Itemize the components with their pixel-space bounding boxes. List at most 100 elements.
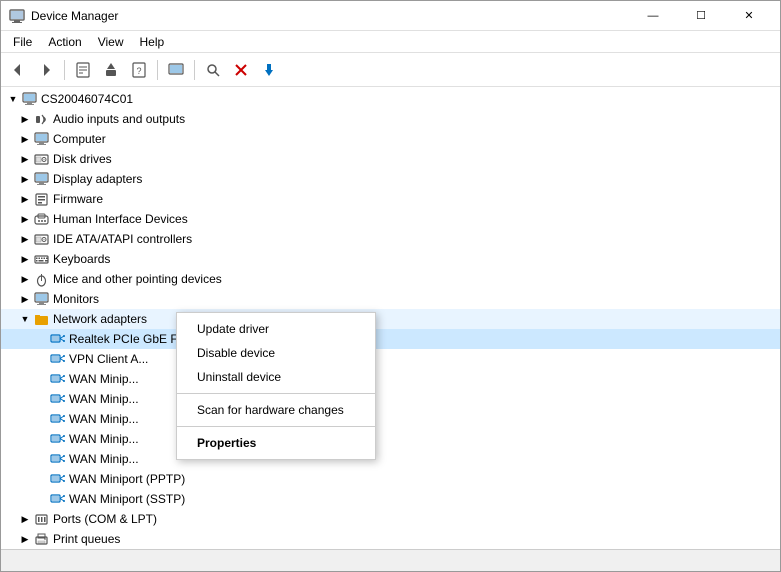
minimize-button[interactable]: — — [630, 1, 676, 31]
menu-help[interactable]: Help — [132, 33, 173, 51]
ctx-disable-device[interactable]: Disable device — [177, 341, 375, 365]
ports-icon — [33, 511, 49, 527]
hid-expand[interactable]: ▶ — [17, 211, 33, 227]
firmware-expand[interactable]: ▶ — [17, 191, 33, 207]
print-item[interactable]: ▶ Print queues — [1, 529, 780, 549]
keyboards-expand[interactable]: ▶ — [17, 251, 33, 267]
audio-label: Audio inputs and outputs — [53, 112, 185, 126]
wan5-icon — [49, 451, 65, 467]
wan4-item[interactable]: WAN Minip... — [1, 429, 780, 449]
list-item[interactable]: ▶ Monitors — [1, 289, 780, 309]
firmware-label: Firmware — [53, 192, 103, 206]
network-folder-icon — [33, 311, 49, 327]
wan2-label: WAN Minip... — [69, 392, 139, 406]
ports-expand[interactable]: ▶ — [17, 511, 33, 527]
ports-label: Ports (COM & LPT) — [53, 512, 157, 526]
wan-sstp-label: WAN Miniport (SSTP) — [69, 492, 185, 506]
list-item[interactable]: ▶ Display adapters — [1, 169, 780, 189]
ports-item[interactable]: ▶ Ports (COM & LPT) — [1, 509, 780, 529]
wan4-icon — [49, 431, 65, 447]
menu-bar: File Action View Help — [1, 31, 780, 53]
wan1-item[interactable]: WAN Minip... — [1, 369, 780, 389]
scan-hardware-button[interactable] — [200, 57, 226, 83]
wan3-label: WAN Minip... — [69, 412, 139, 426]
firmware-icon — [33, 191, 49, 207]
network-adapters-item[interactable]: ▼ Network adapters — [1, 309, 780, 329]
disk-label: Disk drives — [53, 152, 112, 166]
add-hardware-button[interactable] — [256, 57, 282, 83]
list-item[interactable]: ▶ Mice and other pointing devices — [1, 269, 780, 289]
properties-button[interactable] — [70, 57, 96, 83]
vpn-item[interactable]: VPN Client A... — [1, 349, 780, 369]
menu-action[interactable]: Action — [40, 33, 89, 51]
vpn-placeholder — [33, 351, 49, 367]
back-button[interactable] — [5, 57, 31, 83]
device-manager-toolbar-icon[interactable] — [163, 57, 189, 83]
wan-sstp-icon — [49, 491, 65, 507]
wan-pptp-label: WAN Miniport (PPTP) — [69, 472, 185, 486]
computer-expand[interactable]: ▶ — [17, 131, 33, 147]
list-item[interactable]: ▶ Firmware — [1, 189, 780, 209]
display-label: Display adapters — [53, 172, 142, 186]
print-expand[interactable]: ▶ — [17, 531, 33, 547]
print-icon — [33, 531, 49, 547]
ctx-scan-hardware[interactable]: Scan for hardware changes — [177, 398, 375, 422]
menu-view[interactable]: View — [90, 33, 132, 51]
root-expand[interactable]: ▼ — [5, 91, 21, 107]
vpn-icon — [49, 351, 65, 367]
context-menu: Update driver Disable device Uninstall d… — [176, 312, 376, 460]
print-label: Print queues — [53, 532, 120, 546]
computer-label: Computer — [53, 132, 106, 146]
toolbar-sep1 — [64, 60, 65, 80]
wan-pptp-item[interactable]: WAN Miniport (PPTP) — [1, 469, 780, 489]
network-label: Network adapters — [53, 312, 147, 326]
remove-device-button[interactable] — [228, 57, 254, 83]
app-icon — [9, 8, 25, 24]
mice-expand[interactable]: ▶ — [17, 271, 33, 287]
audio-icon — [33, 111, 49, 127]
window-title: Device Manager — [31, 9, 630, 23]
device-manager-window: Device Manager — ☐ ✕ File Action View He… — [0, 0, 781, 572]
vpn-label: VPN Client A... — [69, 352, 148, 366]
disk-expand[interactable]: ▶ — [17, 151, 33, 167]
device-tree[interactable]: ▼ CS20046074C01 ▶ — [1, 87, 780, 549]
svg-text:?: ? — [136, 66, 141, 76]
list-item[interactable]: ▶ Disk drives — [1, 149, 780, 169]
monitors-icon — [33, 291, 49, 307]
wan1-icon — [49, 371, 65, 387]
wan3-icon — [49, 411, 65, 427]
forward-button[interactable] — [33, 57, 59, 83]
wan5-item[interactable]: WAN Minip... — [1, 449, 780, 469]
wan3-item[interactable]: WAN Minip... — [1, 409, 780, 429]
display-icon — [33, 171, 49, 187]
wan2-icon — [49, 391, 65, 407]
list-item[interactable]: ▶ Human Interface Devices — [1, 209, 780, 229]
ctx-sep1 — [177, 393, 375, 394]
ide-label: IDE ATA/ATAPI controllers — [53, 232, 192, 246]
realtek-item[interactable]: Realtek PCIe GbE Family Controller — [1, 329, 780, 349]
maximize-button[interactable]: ☐ — [678, 1, 724, 31]
root-label: CS20046074C01 — [41, 92, 133, 106]
update-driver-button[interactable] — [98, 57, 124, 83]
audio-expand[interactable]: ▶ — [17, 111, 33, 127]
wan-sstp-item[interactable]: WAN Miniport (SSTP) — [1, 489, 780, 509]
toolbar: ? — [1, 53, 780, 87]
mice-label: Mice and other pointing devices — [53, 272, 222, 286]
ctx-properties[interactable]: Properties — [177, 431, 375, 455]
ctx-uninstall-device[interactable]: Uninstall device — [177, 365, 375, 389]
list-item[interactable]: ▶ Computer — [1, 129, 780, 149]
ide-expand[interactable]: ▶ — [17, 231, 33, 247]
realtek-icon — [49, 331, 65, 347]
tree-root[interactable]: ▼ CS20046074C01 — [1, 89, 780, 109]
network-expand[interactable]: ▼ — [17, 311, 33, 327]
list-item[interactable]: ▶ Keyboards — [1, 249, 780, 269]
list-item[interactable]: ▶ IDE ATA/ATAPI controllers — [1, 229, 780, 249]
monitors-expand[interactable]: ▶ — [17, 291, 33, 307]
help-button[interactable]: ? — [126, 57, 152, 83]
list-item[interactable]: ▶ Audio inputs and outputs — [1, 109, 780, 129]
display-expand[interactable]: ▶ — [17, 171, 33, 187]
menu-file[interactable]: File — [5, 33, 40, 51]
ctx-update-driver[interactable]: Update driver — [177, 317, 375, 341]
wan2-item[interactable]: WAN Minip... — [1, 389, 780, 409]
close-button[interactable]: ✕ — [726, 1, 772, 31]
